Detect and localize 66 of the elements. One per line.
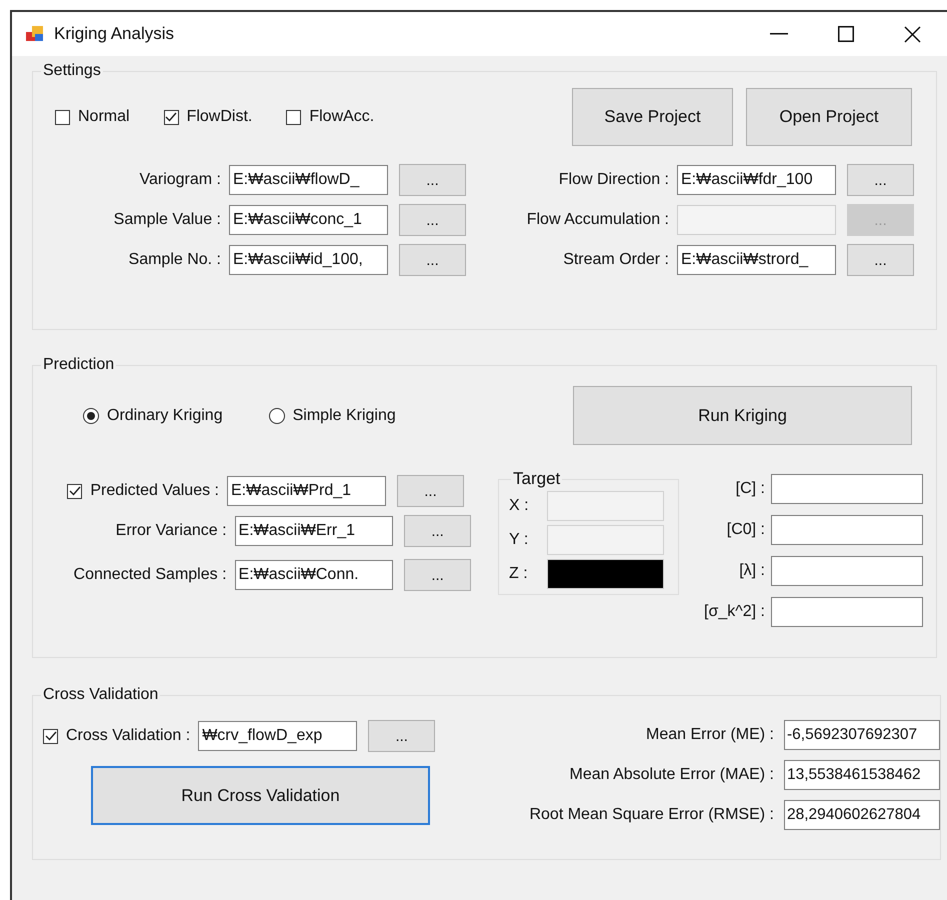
- browse-button[interactable]: ...: [404, 559, 471, 591]
- parameter-label: [λ] :: [738, 562, 766, 580]
- field-label: Sample Value :: [112, 211, 222, 229]
- parameter-field[interactable]: [771, 515, 923, 545]
- output-checkbox[interactable]: Predicted Values :: [37, 482, 227, 500]
- coordinate-label: Y :: [509, 531, 530, 549]
- parameter-label: [C0] :: [726, 521, 766, 539]
- field-label: Variogram :: [138, 171, 222, 189]
- browse-button[interactable]: ...: [399, 164, 466, 196]
- metric-field: -6,5692307692307: [784, 720, 940, 750]
- coordinate-label: Z :: [509, 565, 529, 583]
- browse-button[interactable]: ...: [847, 244, 914, 276]
- option-checkbox[interactable]: FlowAcc.: [286, 108, 374, 126]
- browse-button[interactable]: ...: [847, 164, 914, 196]
- cross-validation-checkbox[interactable]: Cross Validation :: [43, 727, 198, 745]
- metric-label: Mean Error (ME) :: [644, 726, 775, 744]
- app-icon: [26, 26, 44, 42]
- group-title: Settings: [42, 62, 102, 80]
- field-label: Sample No. :: [128, 251, 222, 269]
- option-checkbox[interactable]: Normal: [55, 108, 130, 126]
- field-label: Flow Accumulation :: [526, 211, 670, 229]
- path-field[interactable]: ₩crv_flowD_exp: [198, 721, 358, 751]
- path-field[interactable]: E:₩ascii₩fdr_100: [677, 165, 836, 195]
- check-icon: [165, 112, 178, 122]
- method-radio[interactable]: Simple Kriging: [268, 406, 396, 424]
- parameter-field[interactable]: [771, 556, 923, 586]
- path-field[interactable]: E:₩ascii₩Err_1: [234, 516, 394, 546]
- coordinate-label: X :: [509, 497, 530, 515]
- path-field[interactable]: E:₩ascii₩strord_: [677, 245, 836, 275]
- browse-button[interactable]: ...: [399, 204, 466, 236]
- run-cross-validation-button[interactable]: Run Cross Validation: [91, 766, 430, 825]
- check-icon: [44, 731, 56, 741]
- project-button[interactable]: Open Project: [746, 88, 912, 146]
- browse-button[interactable]: ...: [399, 244, 466, 276]
- metric-field: 13,5538461538462: [784, 760, 940, 790]
- browse-button[interactable]: ...: [368, 720, 436, 752]
- maximize-icon[interactable]: [838, 26, 854, 42]
- field-label: Flow Direction :: [558, 171, 670, 189]
- group-title: Target: [512, 469, 562, 489]
- option-checkbox[interactable]: FlowDist.: [164, 108, 252, 126]
- run-kriging-button[interactable]: Run Kriging: [573, 386, 912, 445]
- parameter-field[interactable]: [771, 474, 923, 504]
- path-field[interactable]: E:₩ascii₩id_100,: [229, 245, 388, 275]
- path-field[interactable]: E:₩ascii₩conc_1: [229, 205, 388, 235]
- window-title: Kriging Analysis: [54, 24, 174, 44]
- path-field[interactable]: E:₩ascii₩Conn.: [234, 560, 394, 590]
- group-title: Prediction: [42, 356, 116, 374]
- method-radio[interactable]: Ordinary Kriging: [83, 406, 223, 424]
- metric-label: Root Mean Square Error (RMSE) :: [528, 806, 775, 824]
- path-field[interactable]: E:₩ascii₩Prd_1: [227, 476, 386, 506]
- parameter-label: [C] :: [734, 480, 766, 498]
- project-button[interactable]: Save Project: [572, 88, 733, 146]
- browse-button[interactable]: ...: [397, 475, 464, 507]
- close-icon[interactable]: [904, 26, 921, 42]
- browse-button[interactable]: ...: [404, 515, 471, 547]
- field-label: Connected Samples :: [72, 566, 228, 584]
- check-icon: [68, 486, 81, 496]
- parameter-field[interactable]: [771, 597, 923, 627]
- metric-label: Mean Absolute Error (MAE) :: [568, 766, 775, 784]
- field-label: Error Variance :: [114, 522, 228, 540]
- group-title: Cross Validation: [42, 686, 160, 704]
- path-field[interactable]: E:₩ascii₩flowD_: [229, 165, 388, 195]
- parameter-label: [σ_k^2] :: [703, 603, 766, 621]
- field-label: Stream Order :: [562, 251, 670, 269]
- metric-field: 28,2940602627804: [784, 800, 940, 830]
- minimize-icon[interactable]: [770, 33, 788, 35]
